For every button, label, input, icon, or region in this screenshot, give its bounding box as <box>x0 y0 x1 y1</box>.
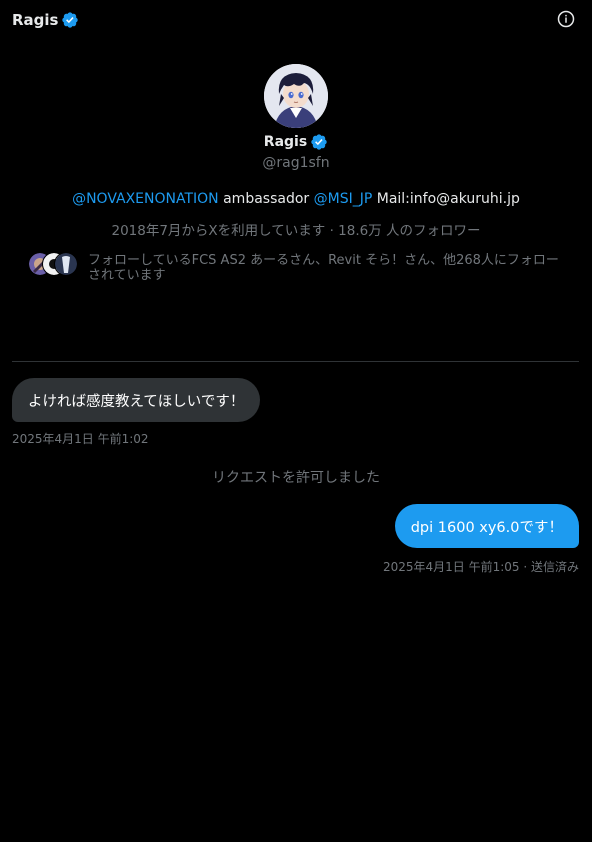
info-icon[interactable] <box>557 10 575 28</box>
system-notice: リクエストを許可しました <box>212 470 380 486</box>
mention-link-msi-jp[interactable]: @MSI_JP <box>314 191 373 207</box>
followed-by-avatars <box>28 252 80 276</box>
bio-text: ambassador <box>218 191 314 207</box>
verified-badge-icon <box>62 12 79 28</box>
verified-badge-icon <box>311 134 327 150</box>
avatar-image <box>264 64 328 128</box>
message-text: よければ感度教えてほしいです！ <box>28 393 245 410</box>
message-timestamp: 2025年4月1日 午前1:05 · 送信済み <box>382 560 579 574</box>
followed-by-text: フォローしているFCS AS2 あーるさん、Revit そら！さん、他268人に… <box>88 253 559 283</box>
bio-text: Mail:info@akuruhi.jp <box>372 191 520 207</box>
message-timestamp: 2025年4月1日 午前1:02 <box>12 432 149 446</box>
profile-bio: @NOVAXENONATION ambassador @MSI_JP Mail:… <box>0 191 592 207</box>
profile-name-row: Ragis <box>0 130 592 154</box>
conversation-header: Ragis <box>12 9 79 31</box>
header-title[interactable]: Ragis <box>12 11 58 29</box>
profile-handle: @rag1sfn <box>262 155 330 171</box>
mention-link-novaxenonation[interactable]: @NOVAXENONATION <box>72 191 219 207</box>
profile-meta: 2018年7月からXを利用しています · 18.6万 人のフォロワー <box>111 223 481 239</box>
follower-avatar <box>54 252 78 276</box>
message-text: dpi 1600 xy6.0です！ <box>410 519 563 536</box>
outgoing-message-bubble[interactable]: dpi 1600 xy6.0です！ <box>394 504 579 548</box>
profile-card[interactable]: Ragis @rag1sfn @NOVAXENONATION ambassado… <box>0 64 592 239</box>
followed-by-row[interactable]: フォローしているFCS AS2 あーるさん、Revit そら！さん、他268人に… <box>28 252 568 283</box>
profile-name[interactable]: Ragis <box>264 134 307 150</box>
incoming-message-bubble[interactable]: よければ感度教えてほしいです！ <box>12 378 261 422</box>
profile-avatar[interactable] <box>264 64 328 128</box>
section-divider <box>12 361 579 362</box>
